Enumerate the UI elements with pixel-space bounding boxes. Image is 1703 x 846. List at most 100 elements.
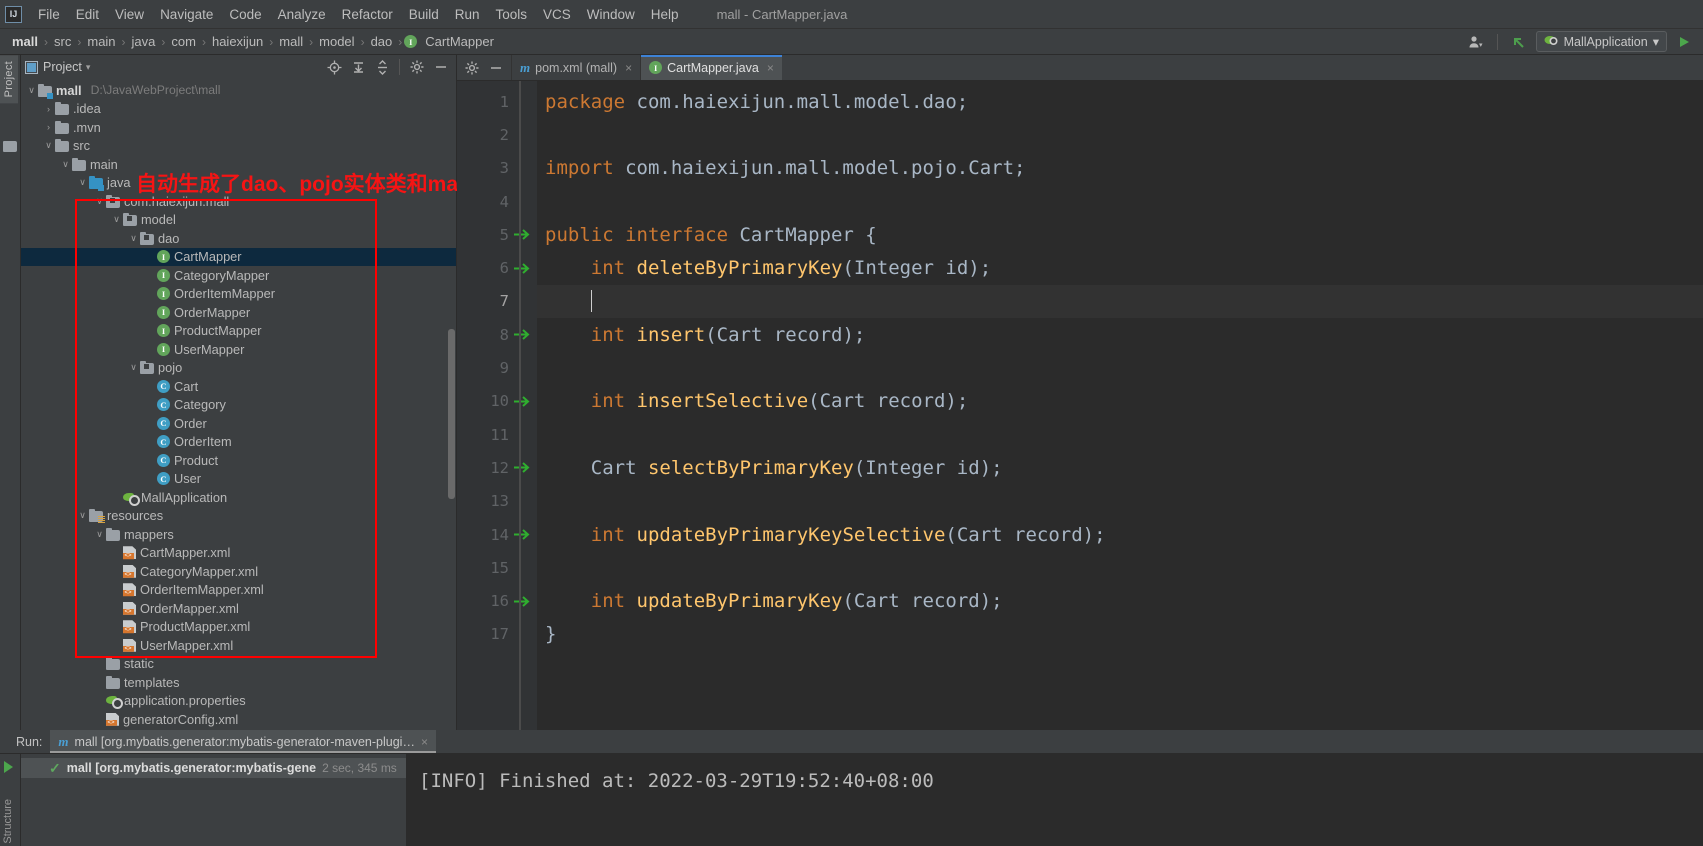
gutter-line[interactable]: 1 [457, 85, 537, 118]
chevron-down-icon[interactable]: ∨ [93, 528, 106, 541]
editor-tab-cartmapper-java[interactable]: I CartMapper.java × [640, 55, 782, 80]
menu-view[interactable]: View [107, 5, 152, 24]
tree-item-productmapper[interactable]: ›IProductMapper [21, 322, 456, 341]
chevron-down-icon[interactable]: ∨ [127, 232, 140, 245]
menu-edit[interactable]: Edit [68, 5, 107, 24]
tree-item-ordermapper[interactable]: ›IOrderMapper [21, 303, 456, 322]
code-line[interactable]: int insertSelective (Cart record); [537, 385, 1703, 418]
breadcrumb-item-dao[interactable]: dao [367, 33, 397, 50]
menu-navigate[interactable]: Navigate [152, 5, 221, 24]
tool-tab-structure[interactable]: Structure [2, 799, 14, 844]
tree-item-main[interactable]: ∨ main [21, 155, 456, 174]
gutter-line[interactable]: 4 [457, 185, 537, 218]
tree-item-mappers[interactable]: ∨ mappers [21, 525, 456, 544]
expand-all-icon[interactable] [347, 57, 369, 77]
code-line[interactable]: package com.haiexijun.mall.model.dao; [537, 85, 1703, 118]
code-line[interactable] [537, 118, 1703, 151]
chevron-down-icon[interactable]: ∨ [93, 195, 106, 208]
breadcrumb-item-haiexijun[interactable]: haiexijun [208, 33, 267, 50]
tree-item-mall[interactable]: ∨ mall D:\JavaWebProject\mall [21, 81, 456, 100]
gutter-line[interactable]: 7 [457, 285, 537, 318]
tree-item--idea[interactable]: › .idea [21, 100, 456, 119]
tree-item-productmapper-xml[interactable]: ›ProductMapper.xml [21, 618, 456, 637]
arrow-up-left-icon[interactable] [1508, 32, 1530, 52]
tree-item-pojo[interactable]: ∨ pojo [21, 359, 456, 378]
chevron-down-icon[interactable]: ∨ [76, 509, 89, 522]
collapse-all-icon[interactable] [371, 57, 393, 77]
gutter-line[interactable]: 16 [457, 584, 537, 617]
tree-item-usermapper[interactable]: ›IUserMapper [21, 340, 456, 359]
tree-item-categorymapper[interactable]: ›ICategoryMapper [21, 266, 456, 285]
tree-item-java[interactable]: ∨ java [21, 174, 456, 193]
code-line[interactable] [537, 185, 1703, 218]
gutter-line[interactable]: 10 [457, 385, 537, 418]
implementation-arrow-icon[interactable] [511, 394, 533, 409]
tool-tab-project[interactable]: Project [0, 55, 18, 104]
gutter-line[interactable]: 11 [457, 418, 537, 451]
tree-item-application-properties[interactable]: ›application.properties [21, 692, 456, 711]
implementation-arrow-icon[interactable] [511, 594, 533, 609]
run-result-node[interactable]: ✓ mall [org.mybatis.generator:mybatis-ge… [21, 758, 406, 778]
implementation-arrow-icon[interactable] [511, 227, 533, 242]
code-line[interactable]: int updateByPrimaryKey (Cart record); [537, 584, 1703, 617]
code-line[interactable] [537, 551, 1703, 584]
code-line[interactable] [537, 284, 1703, 319]
breadcrumb-item-java[interactable]: java [128, 33, 160, 50]
code-line[interactable]: Cart selectByPrimaryKey (Integer id); [537, 451, 1703, 484]
minimize-icon[interactable] [485, 58, 507, 78]
tree-item-user[interactable]: ›CUser [21, 470, 456, 489]
menu-analyze[interactable]: Analyze [270, 5, 334, 24]
run-tab[interactable]: m mall [org.mybatis.generator:mybatis-ge… [50, 730, 436, 753]
chevron-right-icon[interactable]: › [42, 121, 55, 134]
code-editor[interactable]: 1 2 3 4 5 6 7 8 9 10 11 12 13 14 15 16 17 package com.ha… [457, 81, 1703, 730]
breadcrumb-item-model[interactable]: model [315, 33, 358, 50]
tree-item-resources[interactable]: ∨ resources [21, 507, 456, 526]
gutter-line[interactable]: 9 [457, 351, 537, 384]
menu-help[interactable]: Help [643, 5, 687, 24]
tree-item-generatorconfig-xml[interactable]: ›generatorConfig.xml [21, 710, 456, 729]
gutter-line[interactable]: 14 [457, 518, 537, 551]
menu-file[interactable]: File [30, 5, 68, 24]
menu-vcs[interactable]: VCS [535, 5, 579, 24]
project-tree-scrollbar[interactable] [448, 329, 455, 499]
tree-item-orderitemmapper-xml[interactable]: ›OrderItemMapper.xml [21, 581, 456, 600]
run-results-tree[interactable]: ✓ mall [org.mybatis.generator:mybatis-ge… [21, 754, 406, 846]
menu-code[interactable]: Code [221, 5, 269, 24]
tree-item-dao[interactable]: ∨ dao [21, 229, 456, 248]
tree-item-ordermapper-xml[interactable]: ›OrderMapper.xml [21, 599, 456, 618]
code-line[interactable] [537, 351, 1703, 384]
project-tree[interactable]: ∨ mall D:\JavaWebProject\mall › .idea › .mvn ∨ s… [21, 79, 456, 730]
chevron-down-icon[interactable]: ∨ [25, 84, 38, 97]
chevron-down-icon[interactable]: ∨ [76, 176, 89, 189]
gutter-line[interactable]: 5 [457, 218, 537, 251]
tree-item-product[interactable]: ›CProduct [21, 451, 456, 470]
tree-item-static[interactable]: ›static [21, 655, 456, 674]
chevron-down-icon[interactable]: ∨ [127, 361, 140, 374]
settings-gear-icon[interactable] [406, 57, 428, 77]
implementation-arrow-icon[interactable] [511, 460, 533, 475]
tree-item-order[interactable]: ›COrder [21, 414, 456, 433]
editor-tab-pom-xml-mall-[interactable]: m pom.xml (mall) × [511, 55, 640, 80]
gutter-line[interactable]: 2 [457, 118, 537, 151]
menu-tools[interactable]: Tools [488, 5, 536, 24]
gutter-line[interactable]: 3 [457, 152, 537, 185]
code-line[interactable]: import com.haiexijun.mall.model.pojo.Car… [537, 152, 1703, 185]
gutter-line[interactable]: 8 [457, 318, 537, 351]
gutter-line[interactable]: 17 [457, 618, 537, 651]
code-line[interactable]: int deleteByPrimaryKey (Integer id); [537, 251, 1703, 284]
tree-item-usermapper-xml[interactable]: ›UserMapper.xml [21, 636, 456, 655]
code-line[interactable]: public interface CartMapper { [537, 218, 1703, 251]
tree-item-orderitem[interactable]: ›COrderItem [21, 433, 456, 452]
implementation-arrow-icon[interactable] [511, 527, 533, 542]
breadcrumb-item-mall[interactable]: mall [275, 33, 307, 50]
chevron-down-icon[interactable]: ∨ [110, 213, 123, 226]
tree-item-orderitemmapper[interactable]: ›IOrderItemMapper [21, 285, 456, 304]
breadcrumb-item-main[interactable]: main [83, 33, 119, 50]
tree-item--mvn[interactable]: › .mvn [21, 118, 456, 137]
chevron-down-icon[interactable]: ∨ [59, 158, 72, 171]
menu-build[interactable]: Build [401, 5, 447, 24]
breadcrumb-item-src[interactable]: src [50, 33, 75, 50]
tree-item-model[interactable]: ∨ model [21, 211, 456, 230]
run-configuration-selector[interactable]: MallApplication ▾ [1535, 31, 1667, 52]
code-line[interactable]: } [537, 618, 1703, 651]
